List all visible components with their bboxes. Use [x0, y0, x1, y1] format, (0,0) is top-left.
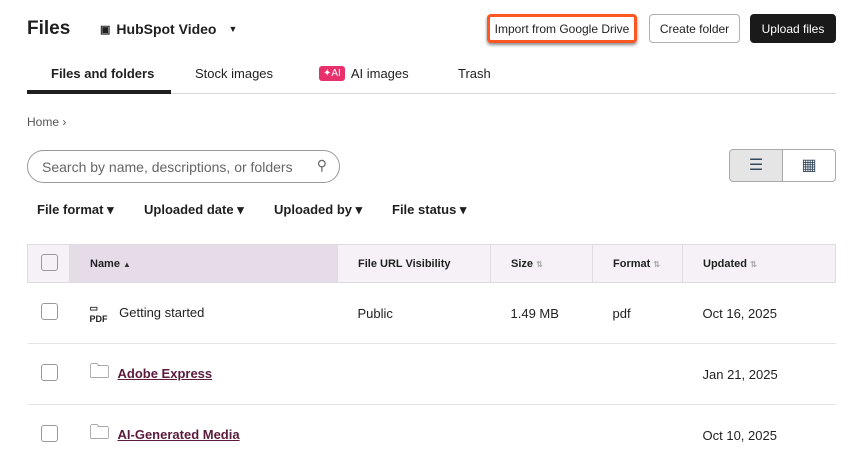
- account-selector[interactable]: ▣ HubSpot Video ▼: [100, 21, 237, 37]
- file-name[interactable]: Getting started: [119, 304, 204, 319]
- tab-trash[interactable]: Trash: [458, 66, 491, 81]
- column-label: Format: [613, 257, 651, 270]
- upload-files-button[interactable]: Upload files: [750, 14, 836, 43]
- filter-file-status[interactable]: File status ▾: [392, 202, 466, 218]
- grid-view-button[interactable]: ▦: [782, 149, 836, 182]
- visibility: Public: [337, 282, 491, 344]
- search-placeholder: Search by name, descriptions, or folders: [42, 159, 293, 175]
- search-input[interactable]: Search by name, descriptions, or folders…: [27, 150, 340, 183]
- folder-link[interactable]: Adobe Express: [118, 366, 213, 381]
- select-all-checkbox[interactable]: [41, 253, 58, 271]
- table-row[interactable]: ▭ PDF Getting started Public 1.49 MB pdf …: [27, 282, 836, 344]
- list-icon: ☰: [748, 157, 764, 174]
- table-row[interactable]: 🗀 Adobe Express Jan 21, 2025: [27, 343, 836, 405]
- row-checkbox[interactable]: [40, 364, 58, 381]
- column-visibility: File URL Visibility: [337, 244, 491, 283]
- sort-icon: ⇅: [536, 259, 543, 269]
- pdf-icon: ▭ PDF: [89, 302, 108, 324]
- filter-file-format[interactable]: File format ▾: [37, 202, 114, 218]
- column-updated[interactable]: Updated ⇅: [682, 244, 836, 283]
- row-checkbox[interactable]: [40, 303, 58, 320]
- caret-down-icon: ▼: [228, 24, 238, 34]
- table-row[interactable]: 🗀 AI-Generated Media Oct 10, 2025: [27, 404, 836, 466]
- tabs: Files and folders Stock images ✦AI AI ima…: [27, 60, 836, 94]
- active-tab-indicator: [27, 90, 171, 94]
- updated: Oct 10, 2025: [682, 404, 836, 466]
- column-label: Updated: [703, 257, 747, 270]
- tab-ai-images[interactable]: ✦AI AI images: [319, 66, 409, 81]
- page-title: Files: [27, 18, 71, 39]
- filter-label: Uploaded by: [274, 202, 353, 217]
- account-name: HubSpot Video: [116, 21, 217, 37]
- files-table: Name ▲ File URL Visibility Size ⇅ Format…: [27, 244, 836, 466]
- filter-label: File status: [392, 202, 457, 217]
- sort-icon: ▲: [123, 259, 131, 269]
- column-name[interactable]: Name ▲: [69, 244, 338, 283]
- import-google-drive-button[interactable]: Import from Google Drive: [487, 14, 637, 43]
- table-header: Name ▲ File URL Visibility Size ⇅ Format…: [27, 244, 836, 283]
- create-folder-button[interactable]: Create folder: [649, 14, 740, 43]
- folder-link[interactable]: AI-Generated Media: [118, 427, 240, 442]
- folder-icon: 🗀: [89, 361, 110, 383]
- filter-uploaded-date[interactable]: Uploaded date ▾: [144, 202, 244, 218]
- filter-label: File format: [37, 202, 104, 217]
- column-label: Size: [511, 257, 534, 270]
- tab-label: AI images: [350, 66, 409, 81]
- ai-badge-icon: ✦AI: [319, 66, 345, 81]
- sort-icon: ⇅: [750, 259, 757, 269]
- folder-icon: 🗀: [89, 422, 110, 445]
- video-icon: ▣: [100, 23, 111, 36]
- updated: Oct 16, 2025: [682, 282, 836, 344]
- size: 1.49 MB: [490, 282, 593, 344]
- filter-label: Uploaded date: [144, 202, 234, 217]
- tab-files-and-folders[interactable]: Files and folders: [51, 66, 154, 81]
- format: pdf: [592, 282, 683, 344]
- grid-icon: ▦: [801, 157, 817, 174]
- sort-icon: ⇅: [653, 259, 661, 269]
- select-all[interactable]: [27, 244, 70, 283]
- updated: Jan 21, 2025: [682, 343, 836, 405]
- breadcrumb[interactable]: Home ›: [27, 115, 66, 129]
- tab-stock-images[interactable]: Stock images: [195, 66, 273, 81]
- column-label: Name: [90, 257, 120, 270]
- column-format[interactable]: Format ⇅: [592, 244, 683, 283]
- column-size[interactable]: Size ⇅: [490, 244, 593, 283]
- row-checkbox[interactable]: [40, 425, 58, 443]
- filter-uploaded-by[interactable]: Uploaded by ▾: [274, 202, 362, 218]
- search-icon: ⚲: [316, 157, 327, 173]
- list-view-button[interactable]: ☰: [729, 149, 783, 182]
- breadcrumb-home[interactable]: Home: [27, 115, 59, 129]
